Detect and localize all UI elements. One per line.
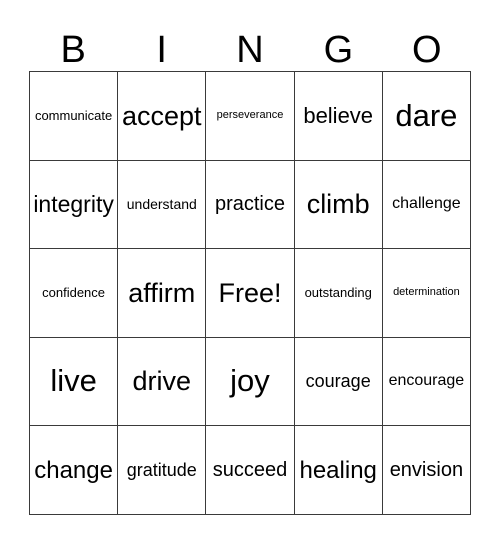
bingo-cell[interactable]: drive (118, 337, 207, 427)
bingo-cell[interactable]: integrity (30, 160, 119, 250)
bingo-cell-label: accept (122, 100, 202, 131)
bingo-cell-label: understand (126, 196, 197, 213)
bingo-cell-label: challenge (392, 194, 461, 212)
bingo-cell[interactable]: courage (294, 337, 383, 427)
bingo-cell[interactable]: envision (382, 426, 471, 515)
bingo-header-letter-n: N (236, 29, 264, 71)
bingo-cell[interactable]: challenge (382, 160, 471, 250)
bingo-cell[interactable]: confidence (30, 249, 119, 338)
bingo-cell-label: courage (305, 371, 371, 392)
bingo-header-row: B I N G O (29, 14, 471, 71)
bingo-cell[interactable]: dare (382, 72, 471, 161)
bingo-cell[interactable]: practice (206, 160, 295, 250)
bingo-cell[interactable]: accept (118, 72, 207, 161)
bingo-cell[interactable]: change (30, 426, 119, 515)
bingo-cell-label: healing (299, 456, 377, 484)
bingo-card: B I N G O communicate accept perseverance b… (0, 0, 500, 544)
bingo-cell-label: change (34, 456, 113, 484)
bingo-cell-label: gratitude (126, 459, 197, 480)
bingo-cell-label: affirm (128, 277, 196, 308)
bingo-cell[interactable]: understand (118, 160, 207, 250)
bingo-cell-label: encourage (388, 372, 465, 390)
bingo-cell[interactable]: outstanding (294, 249, 383, 338)
bingo-grid: communicate accept perseverance believe dare… (29, 71, 471, 515)
bingo-cell[interactable]: gratitude (118, 426, 207, 515)
bingo-cell[interactable]: succeed (206, 426, 295, 515)
bingo-header-letter-o: O (412, 29, 442, 71)
bingo-header-letter-g: G (323, 29, 354, 71)
bingo-header-letter-b: B (60, 29, 86, 71)
bingo-header-letter-i: I (156, 29, 167, 71)
bingo-cell[interactable]: communicate (30, 72, 119, 161)
bingo-cell[interactable]: perseverance (206, 72, 295, 161)
bingo-cell-label: drive (132, 366, 192, 397)
bingo-cell[interactable]: live (30, 337, 119, 427)
bingo-cell-label: Free! (218, 277, 282, 308)
bingo-cell-label: confidence (42, 285, 106, 301)
bingo-cell-label: practice (214, 192, 285, 215)
bingo-cell-label: live (50, 363, 97, 399)
bingo-cell-label: communicate (34, 107, 113, 123)
bingo-cell[interactable]: believe (294, 72, 383, 161)
bingo-cell[interactable]: determination (382, 249, 471, 338)
bingo-cell-label: believe (303, 103, 374, 129)
bingo-cell-label: joy (230, 363, 270, 399)
bingo-cell[interactable]: affirm (118, 249, 207, 338)
bingo-cell[interactable]: healing (294, 426, 383, 515)
bingo-cell-label: determination (393, 286, 460, 299)
bingo-cell[interactable]: climb (294, 160, 383, 250)
bingo-cell-label: perseverance (216, 109, 284, 122)
bingo-cell[interactable]: encourage (382, 337, 471, 427)
bingo-cell-free-space[interactable]: Free! (206, 249, 295, 338)
bingo-cell-label: climb (306, 189, 370, 220)
bingo-cell-label: integrity (33, 191, 114, 218)
bingo-cell-label: envision (389, 458, 464, 481)
bingo-cell-label: outstanding (304, 285, 372, 301)
bingo-cell[interactable]: joy (206, 337, 295, 427)
bingo-cell-label: dare (395, 97, 458, 133)
bingo-cell-label: succeed (212, 458, 288, 481)
